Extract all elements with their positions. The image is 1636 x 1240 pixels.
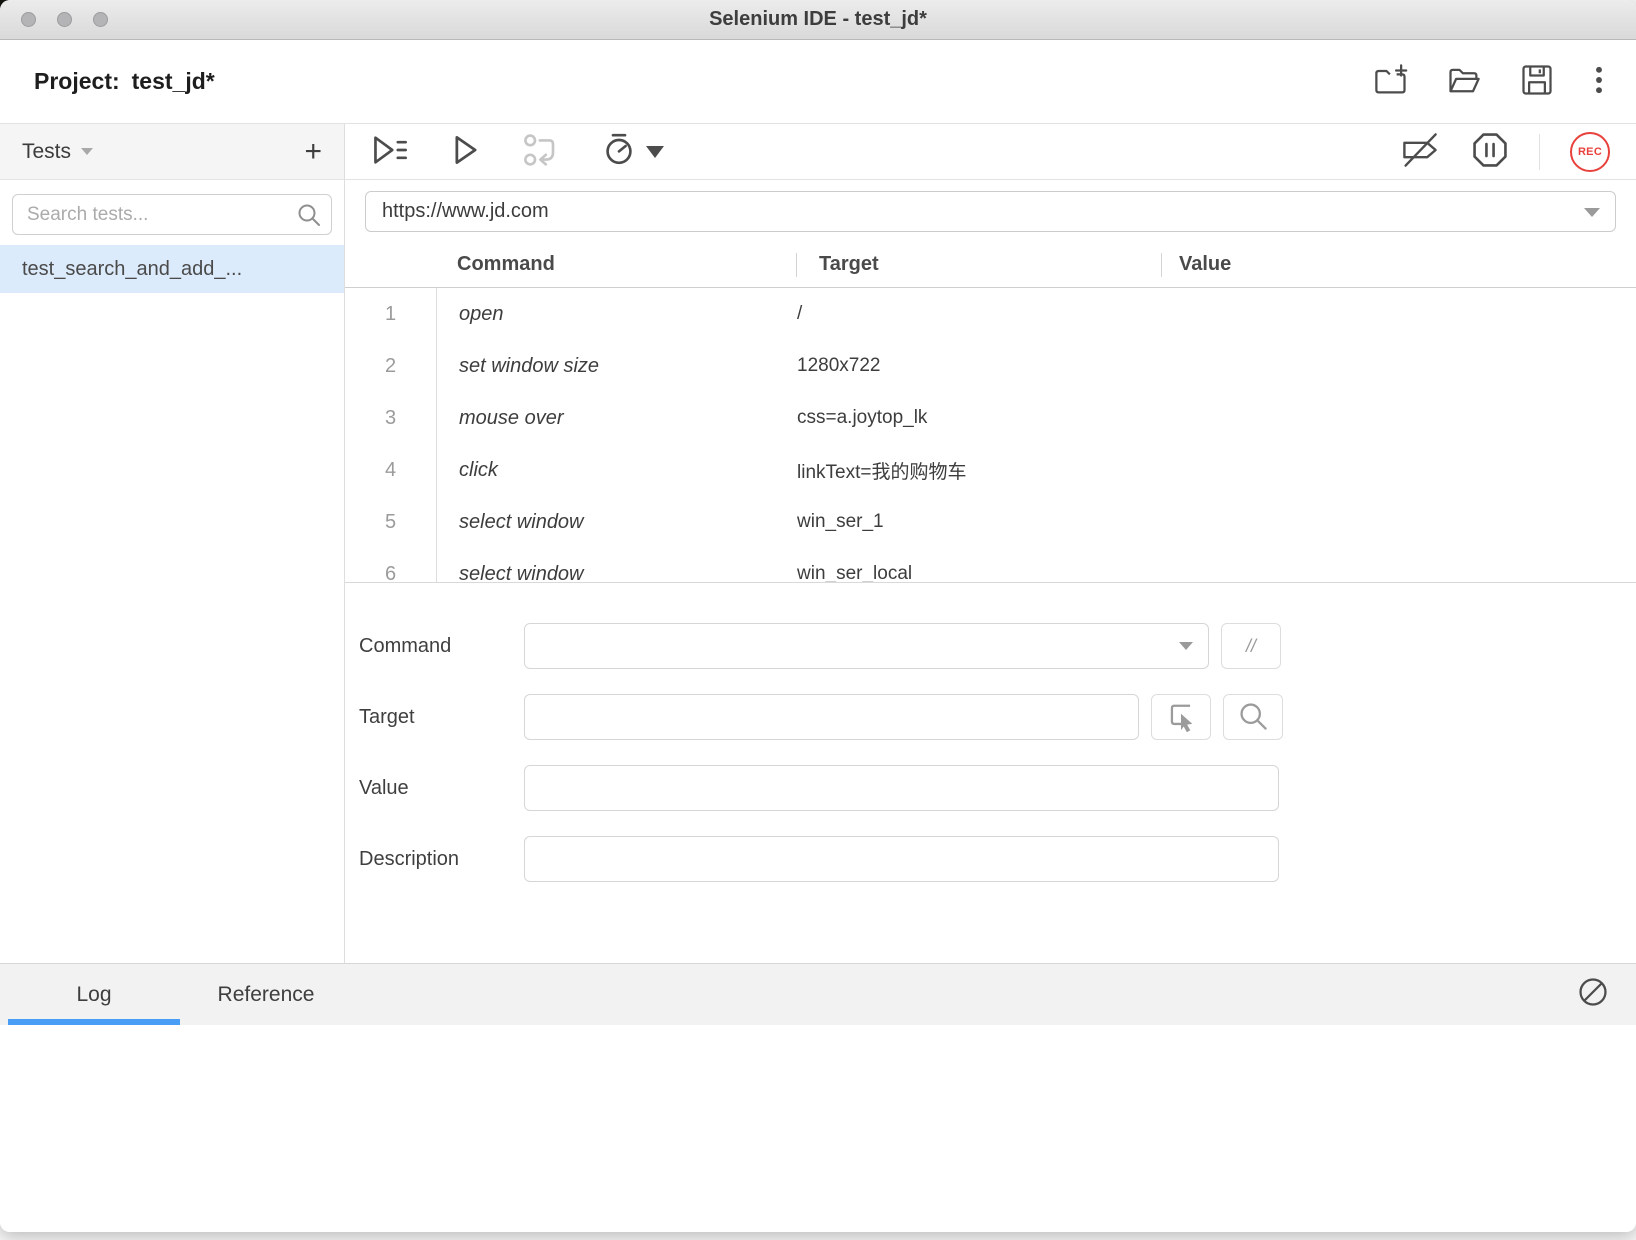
value-field-input[interactable] — [524, 765, 1279, 811]
row-target: css=a.joytop_lk — [797, 407, 1139, 429]
tests-sidebar: Tests + test_search_and_add_... — [0, 124, 345, 963]
table-row[interactable]: 4 click linkText=我的购物车 — [345, 444, 1636, 496]
selenium-ide-window: Selenium IDE - test_jd* Project: test_jd* — [0, 0, 1636, 1232]
target-field-label: Target — [359, 706, 524, 729]
row-command: select window — [437, 563, 797, 583]
test-list-item[interactable]: test_search_and_add_... — [0, 245, 344, 293]
table-row[interactable]: 5 select window win_ser_1 — [345, 496, 1636, 548]
row-command: select window — [437, 511, 797, 534]
test-list: test_search_and_add_... — [0, 245, 344, 963]
tests-dropdown-label: Tests — [22, 140, 71, 164]
command-table-header: Command Target Value — [345, 242, 1636, 288]
run-all-tests-icon — [371, 134, 409, 169]
project-title: Project: test_jd* — [34, 68, 215, 95]
test-search — [12, 194, 332, 235]
run-current-test-button[interactable] — [451, 134, 481, 169]
disable-breakpoints-icon — [1399, 132, 1441, 171]
kebab-menu-icon — [1592, 63, 1606, 100]
speed-dropdown-caret-icon — [646, 146, 664, 158]
command-field-label: Command — [359, 635, 524, 658]
toolbar-divider — [1539, 134, 1540, 170]
pause-on-exceptions-button[interactable] — [1471, 131, 1509, 172]
row-number: 4 — [345, 444, 437, 496]
step-over-icon — [523, 133, 559, 170]
row-target: linkText=我的购物车 — [797, 457, 1139, 484]
row-number: 6 — [345, 548, 437, 582]
column-header-target[interactable]: Target — [796, 253, 1161, 277]
pause-on-exceptions-icon — [1471, 131, 1509, 172]
row-command: open — [437, 303, 797, 326]
row-number: 1 — [345, 288, 437, 340]
find-target-button[interactable] — [1223, 694, 1283, 740]
column-header-command[interactable]: Command — [345, 253, 796, 276]
record-button[interactable]: REC — [1570, 132, 1610, 172]
row-target: / — [797, 303, 1139, 325]
column-header-value[interactable]: Value — [1161, 253, 1636, 277]
table-row[interactable]: 3 mouse over css=a.joytop_lk — [345, 392, 1636, 444]
step-over-button[interactable] — [523, 133, 559, 170]
description-field-input[interactable] — [524, 836, 1279, 882]
url-dropdown-caret-icon[interactable] — [1584, 208, 1600, 217]
find-target-icon — [1237, 700, 1269, 735]
test-speed-icon — [601, 131, 637, 172]
row-number: 2 — [345, 340, 437, 392]
tests-dropdown[interactable]: Tests — [22, 140, 93, 164]
comment-slashes-label: // — [1246, 636, 1256, 657]
test-speed-control[interactable] — [601, 131, 664, 172]
toggle-comment-button[interactable]: // — [1221, 623, 1281, 669]
row-target: 1280x722 — [797, 355, 1139, 377]
project-header: Project: test_jd* — [0, 40, 1636, 124]
row-target: win_ser_local — [797, 563, 1139, 582]
command-field-input[interactable] — [524, 623, 1209, 669]
table-row[interactable]: 6 select window win_ser_local — [345, 548, 1636, 582]
command-detail-form: Command // Target — [345, 582, 1636, 963]
row-number: 5 — [345, 496, 437, 548]
project-name: test_jd* — [132, 68, 215, 94]
command-table: 1 open / 2 set window size 1280x722 3 mo… — [345, 288, 1636, 582]
table-row[interactable]: 2 set window size 1280x722 — [345, 340, 1636, 392]
save-project-button[interactable] — [1519, 63, 1555, 100]
search-icon — [296, 202, 322, 233]
add-test-button[interactable]: + — [304, 137, 322, 167]
value-field-label: Value — [359, 777, 524, 800]
bottom-panel-tabs: Log Reference — [0, 963, 1636, 1025]
run-all-tests-button[interactable] — [371, 134, 409, 169]
new-project-button[interactable] — [1373, 63, 1409, 100]
base-url-input[interactable] — [365, 191, 1616, 232]
open-project-icon — [1446, 63, 1482, 100]
disable-breakpoints-button[interactable] — [1399, 132, 1441, 171]
select-target-button[interactable] — [1151, 694, 1211, 740]
url-bar-row — [345, 180, 1636, 242]
search-tests-input[interactable] — [12, 194, 332, 235]
select-target-icon — [1164, 699, 1198, 736]
row-number: 3 — [345, 392, 437, 444]
row-target: win_ser_1 — [797, 511, 1139, 533]
description-field-label: Description — [359, 848, 524, 871]
save-project-icon — [1519, 63, 1555, 100]
new-project-icon — [1373, 63, 1409, 100]
row-command: click — [437, 459, 797, 482]
target-field-input[interactable] — [524, 694, 1139, 740]
tab-log[interactable]: Log — [8, 964, 180, 1025]
clear-log-icon — [1576, 975, 1610, 1014]
window-title: Selenium IDE - test_jd* — [0, 8, 1636, 31]
chevron-down-icon — [81, 148, 93, 155]
title-bar: Selenium IDE - test_jd* — [0, 0, 1636, 40]
sidebar-header: Tests + — [0, 124, 344, 180]
tab-reference[interactable]: Reference — [180, 964, 352, 1025]
test-name: test_search_and_add_... — [22, 258, 242, 281]
row-command: set window size — [437, 355, 797, 378]
table-row[interactable]: 1 open / — [345, 288, 1636, 340]
open-project-button[interactable] — [1446, 63, 1482, 100]
run-current-test-icon — [451, 134, 481, 169]
project-menu-button[interactable] — [1592, 63, 1606, 100]
command-dropdown-caret-icon[interactable] — [1179, 642, 1193, 650]
row-command: mouse over — [437, 407, 797, 430]
playback-toolbar: REC — [345, 124, 1636, 180]
project-label: Project: — [34, 68, 120, 94]
log-content — [0, 1025, 1636, 1232]
clear-log-button[interactable] — [1576, 964, 1610, 1025]
